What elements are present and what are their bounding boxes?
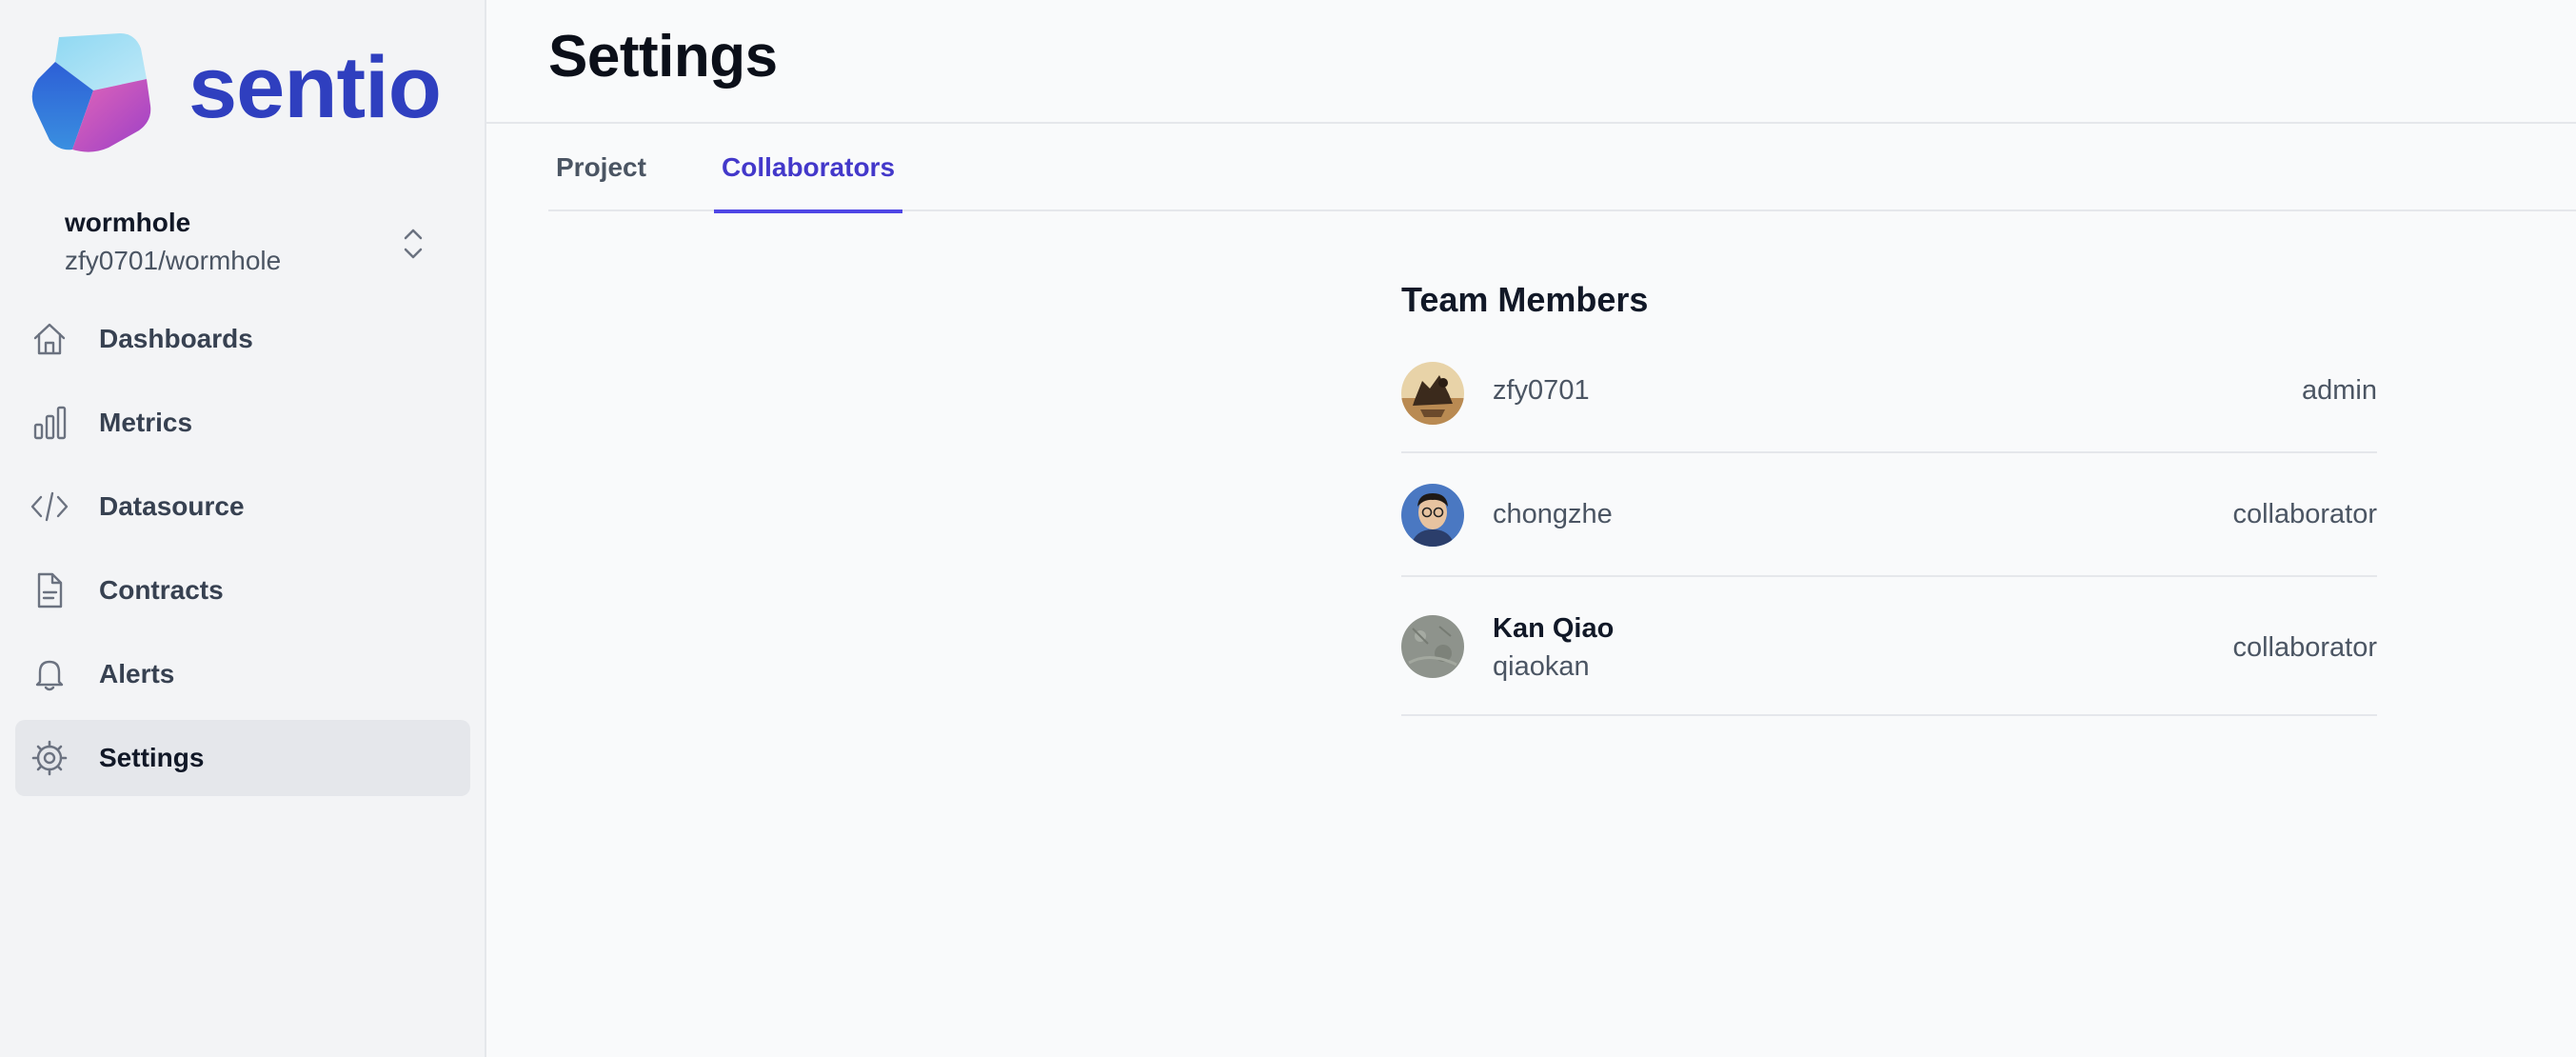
sidebar: sentio wormhole zfy0701/wormhole Dashboa… [0, 0, 486, 1057]
bell-icon [35, 660, 64, 691]
sidebar-item-label: Datasource [99, 491, 245, 521]
team-members-heading: Team Members [1401, 280, 1649, 319]
sidebar-item-datasource[interactable]: Datasource [15, 469, 470, 545]
sidebar-item-label: Dashboards [99, 324, 253, 353]
team-member-row: zfy0701 admin [1401, 333, 2377, 453]
member-username: chongzhe [1493, 499, 1613, 529]
brand-name: sentio [188, 39, 442, 136]
brand-logo[interactable]: sentio [29, 29, 442, 154]
member-role: admin [2302, 375, 2377, 406]
sentio-logo-icon [31, 33, 151, 152]
sidebar-item-settings[interactable]: Settings [15, 720, 470, 796]
project-name: wormhole [65, 208, 191, 237]
member-display-name: Kan Qiao [1493, 613, 1615, 644]
sidebar-nav: Dashboards Metrics Datasource Contracts … [15, 301, 470, 804]
team-members-section: Team Members zfy0701 admin chongzhe coll… [1401, 276, 2377, 716]
gear-icon [31, 740, 68, 776]
page-title: Settings [548, 24, 778, 90]
project-path: zfy0701/wormhole [65, 246, 282, 275]
sidebar-item-alerts[interactable]: Alerts [15, 636, 470, 712]
chevron-up-down-icon [404, 229, 423, 259]
sidebar-item-metrics[interactable]: Metrics [15, 385, 470, 461]
sidebar-item-dashboards[interactable]: Dashboards [15, 301, 470, 377]
sidebar-item-label: Metrics [99, 408, 193, 437]
member-username: zfy0701 [1493, 375, 1590, 406]
main-content: Settings Project Collaborators Team Memb… [486, 0, 2576, 1057]
avatar [1401, 484, 1464, 547]
app-window: sentio wormhole zfy0701/wormhole Dashboa… [0, 0, 2576, 1057]
member-role: collaborator [2232, 632, 2377, 663]
sidebar-item-contracts[interactable]: Contracts [15, 552, 470, 628]
sidebar-item-label: Alerts [99, 659, 175, 688]
tab-collaborators[interactable]: Collaborators [714, 124, 903, 213]
member-role: collaborator [2232, 499, 2377, 529]
team-member-row: chongzhe collaborator [1401, 453, 2377, 577]
document-icon [37, 572, 63, 608]
home-icon [33, 323, 66, 355]
settings-tabs: Project Collaborators [548, 124, 2576, 213]
avatar [1401, 615, 1464, 678]
sidebar-item-label: Contracts [99, 575, 224, 605]
code-icon [30, 491, 69, 522]
avatar [1401, 362, 1464, 425]
team-member-row: Kan Qiao qiaokan collaborator [1401, 577, 2377, 716]
project-switcher[interactable]: wormhole zfy0701/wormhole [65, 204, 426, 284]
tab-project[interactable]: Project [548, 124, 654, 211]
sidebar-item-label: Settings [99, 743, 205, 772]
bar-chart-icon [33, 406, 67, 440]
member-username: qiaokan [1493, 651, 1590, 682]
